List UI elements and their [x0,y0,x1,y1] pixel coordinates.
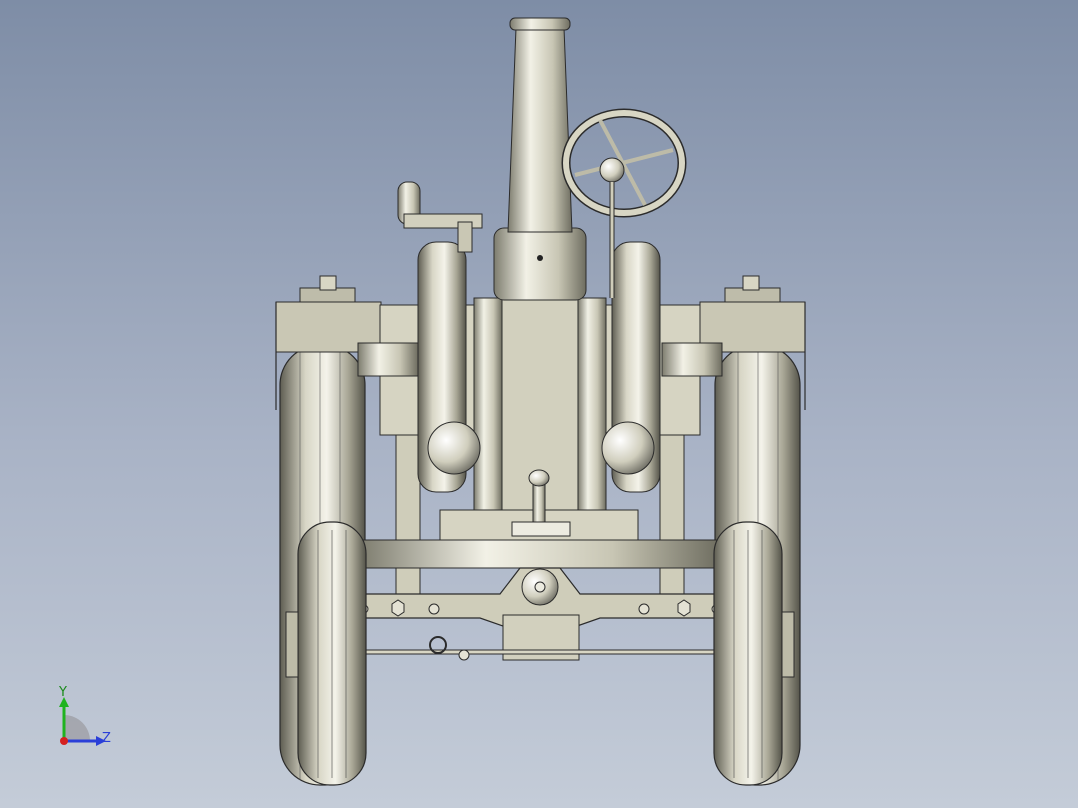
front-wheel-left[interactable] [285,521,367,786]
governor-ball-right [601,421,655,475]
axle-stub-left [357,342,419,377]
y-axis-label: Y [59,685,67,700]
governor-ball-left [427,421,481,475]
coordinate-triad: Y Z [50,685,120,755]
tractor-model[interactable] [0,0,1078,808]
engine-base-plate [439,469,639,541]
x-axis-dot [60,737,68,745]
graphics-viewport[interactable]: Y Z [0,0,1078,808]
front-wheel-right[interactable] [713,521,795,786]
z-axis-label: Z [102,731,111,746]
axle-stub-right [661,342,723,377]
chimney[interactable] [507,17,573,233]
